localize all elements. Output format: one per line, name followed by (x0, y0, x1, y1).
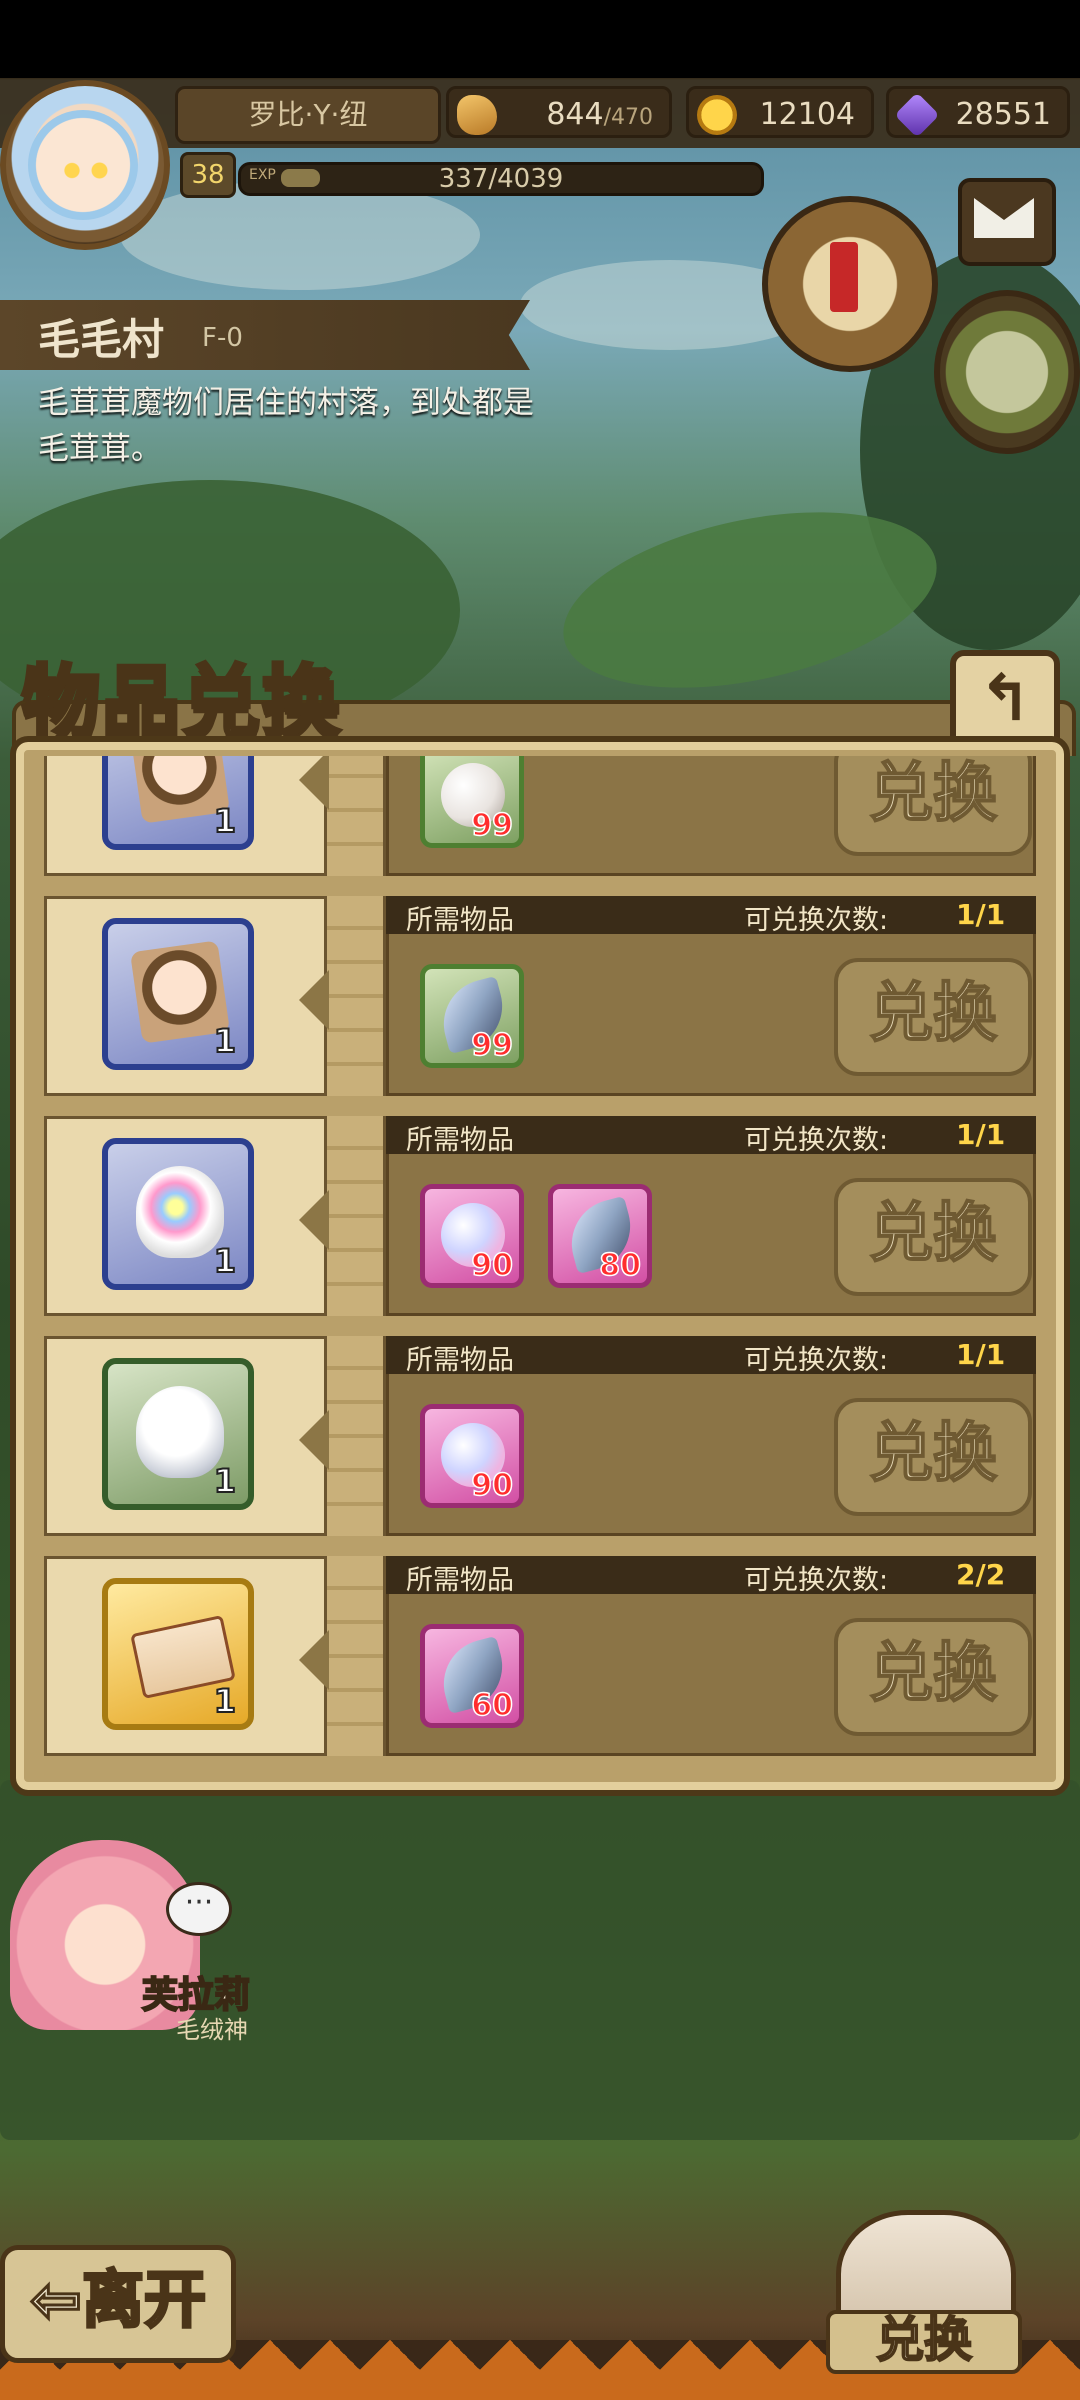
required-item[interactable]: 80 (548, 1184, 652, 1288)
mail-button[interactable] (958, 178, 1056, 266)
exp-bar: EXP 337/4039 (238, 162, 764, 196)
gold-value: 12104 (759, 97, 855, 132)
leave-arrow-icon: ⇦ (29, 2262, 84, 2338)
white-slime-egg-icon (136, 1386, 224, 1478)
exchange-button[interactable]: 兑换 (834, 958, 1032, 1076)
exchange-list[interactable]: 1 99 兑换 1 所需物品 可兑换次数: 1/1 99 兑换 1 所需物品 可… (34, 756, 1042, 1758)
required-items-label: 所需物品 (406, 1125, 514, 1156)
bread-icon (457, 95, 497, 135)
exchange-row: 1 所需物品 可兑换次数: 1/1 90 80 兑换 (44, 1116, 1036, 1316)
reward-qty: 1 (213, 1241, 237, 1281)
arrow-left-icon (299, 970, 329, 1030)
row-divider (324, 1336, 386, 1536)
exchange-count-label: 可兑换次数: (744, 1565, 889, 1596)
exchange-row: 1 所需物品 可兑换次数: 1/1 99 兑换 (44, 896, 1036, 1096)
exchange-count-label: 可兑换次数: (744, 1125, 889, 1156)
reward-item[interactable]: 1 (102, 1358, 254, 1510)
stamina-value: 844/470 (546, 89, 653, 144)
reward-item[interactable]: 1 (102, 1138, 254, 1290)
exp-text: 337/4039 (438, 164, 564, 194)
npc-title: 毛绒神 (176, 2016, 248, 2044)
exchange-count: 1/1 (956, 1118, 1006, 1151)
quest-scroll-button[interactable] (762, 196, 938, 372)
location-name: 毛毛村 (38, 315, 165, 364)
gold-counter[interactable]: 12104 (686, 86, 874, 138)
gem-value: 28551 (955, 97, 1051, 132)
required-item[interactable]: 60 (420, 1624, 524, 1728)
row-divider (324, 1116, 386, 1316)
arrow-left-icon (299, 1190, 329, 1250)
reward-qty: 1 (213, 801, 237, 841)
location-description: 毛茸茸魔物们居住的村落，到处都是毛茸茸。 (38, 385, 534, 467)
required-items-label: 所需物品 (406, 1565, 514, 1596)
leave-button[interactable]: ⇦离开 (0, 2245, 236, 2363)
cloud (120, 180, 480, 290)
exchange-count: 1/1 (956, 898, 1006, 931)
gem-icon (894, 92, 940, 138)
arrow-left-icon (299, 1410, 329, 1470)
alert-icon (830, 242, 858, 312)
required-qty: 90 (471, 1467, 514, 1504)
rainbow-slime-egg-icon (136, 1166, 224, 1258)
exchange-row: 1 所需物品 可兑换次数: 1/1 90 兑换 (44, 1336, 1036, 1536)
row-divider (324, 756, 386, 876)
reward-item[interactable]: 1 (102, 918, 254, 1070)
exchange-shortcut-label[interactable]: 兑换 (826, 2310, 1022, 2374)
exchange-row: 1 99 兑换 (44, 756, 1036, 876)
player-name: 罗比·Y·纽 (175, 86, 441, 144)
reward-item[interactable]: 1 (102, 756, 254, 850)
exchange-count-label: 可兑换次数: (744, 1345, 889, 1376)
required-qty: 60 (471, 1687, 514, 1724)
exchange-count: 2/2 (956, 1558, 1006, 1591)
location-code: F-0 (202, 323, 243, 353)
required-item[interactable]: 90 (420, 1404, 524, 1508)
stamina-current: 844 (546, 97, 604, 132)
required-item[interactable]: 90 (420, 1184, 524, 1288)
row-divider (324, 1556, 386, 1756)
player-level: 38 (180, 152, 236, 198)
exchange-count: 1/1 (956, 1338, 1006, 1371)
exchange-button[interactable]: 兑换 (834, 1398, 1032, 1516)
exchange-button[interactable]: 兑换 (834, 1618, 1032, 1736)
row-divider (324, 896, 386, 1096)
exchange-count-label: 可兑换次数: (744, 905, 889, 936)
chat-bubble-icon[interactable]: ··· (166, 1882, 232, 1936)
stamina-counter[interactable]: 844/470 (446, 86, 672, 138)
exchange-button[interactable]: 兑换 (834, 1178, 1032, 1296)
leave-label: 离开 (80, 2262, 207, 2338)
arrow-left-icon (299, 1630, 329, 1690)
gem-counter[interactable]: 28551 (886, 86, 1070, 138)
required-qty: 90 (471, 1247, 514, 1284)
exchange-row: 1 所需物品 可兑换次数: 2/2 60 兑换 (44, 1556, 1036, 1756)
backpack-button[interactable] (934, 290, 1080, 454)
required-item[interactable]: 99 (420, 756, 524, 848)
required-qty: 99 (471, 1027, 514, 1064)
reward-qty: 1 (213, 1461, 237, 1501)
gold-coin-icon (697, 95, 737, 135)
avatar-face-icon (28, 110, 138, 220)
required-item[interactable]: 99 (420, 964, 524, 1068)
reward-qty: 1 (213, 1021, 237, 1061)
arrow-left-icon (299, 756, 329, 810)
required-items-label: 所需物品 (406, 905, 514, 936)
stamina-max: /470 (603, 105, 653, 130)
required-items-label: 所需物品 (406, 1345, 514, 1376)
exchange-button[interactable]: 兑换 (834, 756, 1032, 856)
reward-qty: 1 (213, 1681, 237, 1721)
reward-item[interactable]: 1 (102, 1578, 254, 1730)
required-qty: 99 (471, 807, 514, 844)
required-qty: 80 (599, 1247, 642, 1284)
